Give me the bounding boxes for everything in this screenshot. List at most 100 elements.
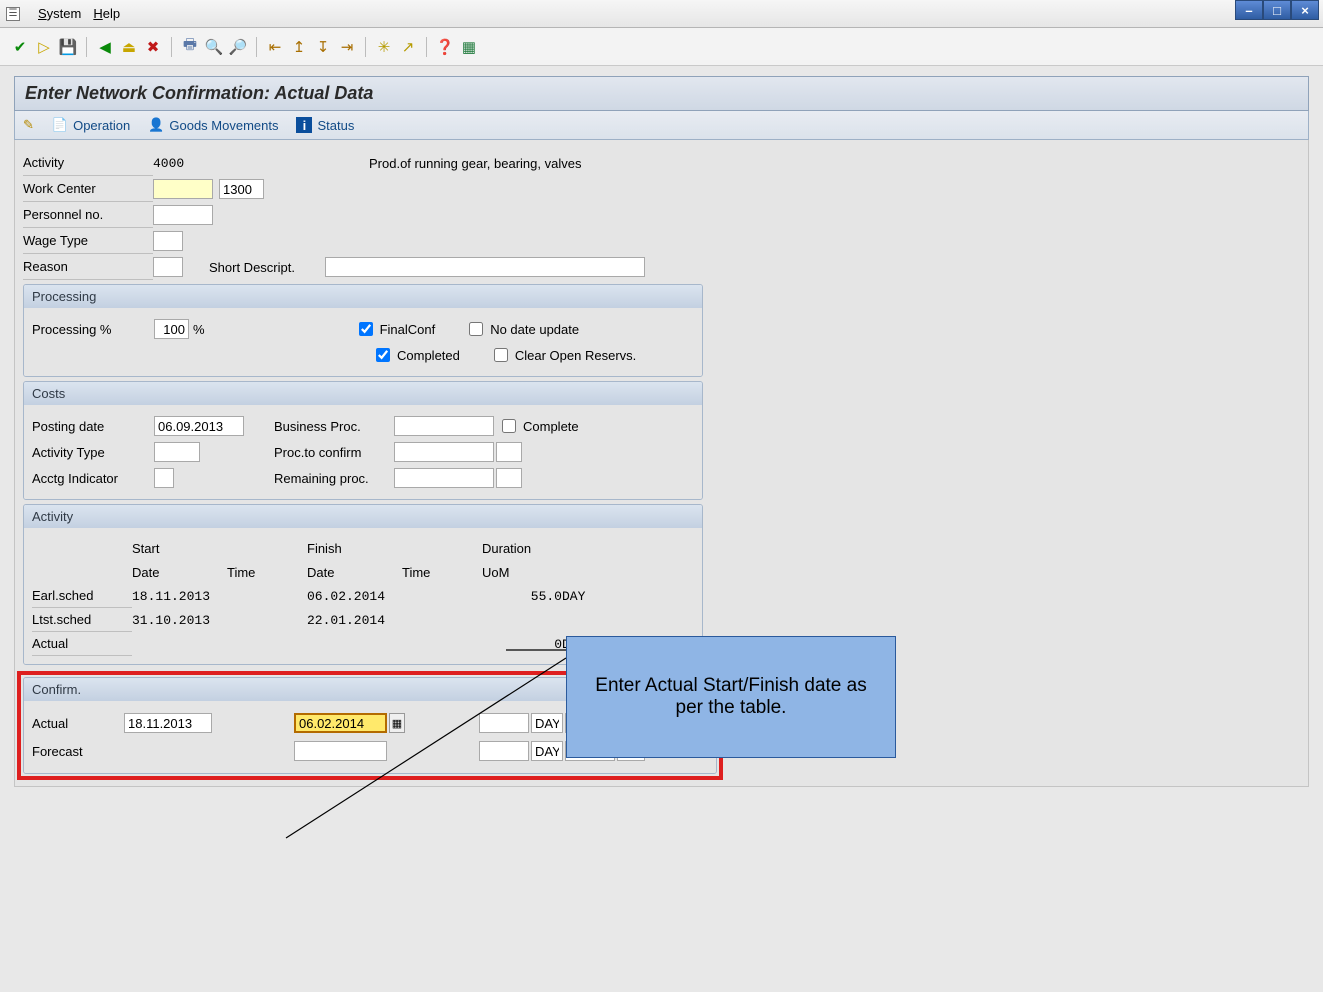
acctg-label: Acctg Indicator	[32, 471, 154, 486]
clear-reservs-checkbox[interactable]	[494, 348, 508, 362]
nodate-label: No date update	[490, 322, 579, 337]
col-finish: Finish	[307, 541, 402, 556]
callout-connector-line	[256, 648, 576, 848]
proctoconfirm-label: Proc.to confirm	[274, 445, 394, 460]
earl-uom: DAY	[562, 589, 632, 604]
info-icon: i	[296, 117, 312, 133]
print-icon[interactable]: 🖶	[180, 37, 200, 57]
wagetype-label: Wage Type	[23, 228, 153, 254]
remaining-field[interactable]	[394, 468, 494, 488]
col-time-2: Time	[402, 565, 482, 580]
activity-head: Activity	[24, 505, 702, 528]
personnel-label: Personnel no.	[23, 202, 153, 228]
cancel-icon[interactable]: ✖	[143, 37, 163, 57]
status-label: Status	[317, 118, 354, 133]
proctoconfirm-uom-field[interactable]	[496, 442, 522, 462]
earl-sched-label: Earl.sched	[32, 584, 132, 608]
edit-icon[interactable]: ✎	[23, 117, 34, 133]
ltst-sched-label: Ltst.sched	[32, 608, 132, 632]
clear-reservs-label: Clear Open Reservs.	[515, 348, 636, 363]
help-icon[interactable]: ❓	[435, 37, 455, 57]
menu-help[interactable]: HHelpelp	[93, 6, 120, 21]
page-title: Enter Network Confirmation: Actual Data	[14, 76, 1309, 111]
status-button[interactable]: i Status	[296, 117, 354, 133]
last-page-icon[interactable]: ⇥	[337, 37, 357, 57]
exit-icon[interactable]: ⏏	[119, 37, 139, 57]
main-toolbar: ✔ ▷ 💾 ◀ ⏏ ✖ 🖶 🔍 🔎 ⇤ ↥ ↧ ⇥ ✳ ↗ ❓ ▦	[0, 28, 1323, 66]
goods-movements-button[interactable]: 👤 Goods Movements	[148, 117, 278, 133]
operation-button[interactable]: 📄 Operation	[52, 117, 130, 133]
completed-label: Completed	[397, 348, 460, 363]
col-duration: Duration	[482, 541, 562, 556]
processing-head: Processing	[24, 285, 702, 308]
proctoconfirm-field[interactable]	[394, 442, 494, 462]
window-close-button[interactable]: ×	[1291, 0, 1319, 20]
goods-label: Goods Movements	[169, 118, 278, 133]
posting-date-label: Posting date	[32, 419, 154, 434]
window-maximize-button[interactable]: □	[1263, 0, 1291, 20]
costs-head: Costs	[24, 382, 702, 405]
app-menu-icon[interactable]: ☰	[6, 7, 20, 21]
completed-checkbox[interactable]	[376, 348, 390, 362]
remaining-label: Remaining proc.	[274, 471, 394, 486]
sub-toolbar: ✎ 📄 Operation 👤 Goods Movements i Status	[14, 111, 1309, 140]
menubar: ☰ SSystemystem HHelpelp	[0, 0, 1323, 28]
activitytype-label: Activity Type	[32, 445, 154, 460]
find-next-icon[interactable]: 🔎	[228, 37, 248, 57]
earl-start: 18.11.2013	[132, 589, 227, 604]
costs-panel: Costs Posting date Business Proc. Comple…	[23, 381, 703, 500]
continue-icon[interactable]: ▷	[34, 37, 54, 57]
wagetype-field[interactable]	[153, 231, 183, 251]
complete-checkbox[interactable]	[502, 419, 516, 433]
col-start: Start	[132, 541, 227, 556]
workcenter-field-1[interactable]	[153, 179, 213, 199]
find-icon[interactable]: 🔍	[204, 37, 224, 57]
back-icon[interactable]: ◀	[95, 37, 115, 57]
acctg-field[interactable]	[154, 468, 174, 488]
col-date-1: Date	[132, 565, 227, 580]
businessproc-field[interactable]	[394, 416, 494, 436]
col-uom: UoM	[482, 565, 562, 580]
operation-label: Operation	[73, 118, 130, 133]
enter-icon[interactable]: ✔	[10, 37, 30, 57]
businessproc-label: Business Proc.	[274, 419, 394, 434]
activitytype-field[interactable]	[154, 442, 200, 462]
finalconf-label: FinalConf	[380, 322, 436, 337]
confirm-forecast-label: Forecast	[32, 744, 122, 759]
instruction-callout: Enter Actual Start/Finish date as per th…	[566, 636, 896, 758]
activity-value: 4000	[153, 156, 233, 171]
processing-pct-field[interactable]	[154, 319, 189, 339]
earl-finish: 06.02.2014	[307, 589, 402, 604]
create-shortcut-icon[interactable]: ↗	[398, 37, 418, 57]
confirm-actual-start-field[interactable]	[124, 713, 212, 733]
shortdesc-field[interactable]	[325, 257, 645, 277]
workcenter-label: Work Center	[23, 176, 153, 202]
nodate-checkbox[interactable]	[469, 322, 483, 336]
new-session-icon[interactable]: ✳	[374, 37, 394, 57]
window-minimize-button[interactable]: –	[1235, 0, 1263, 20]
reason-label: Reason	[23, 254, 153, 280]
personnel-field[interactable]	[153, 205, 213, 225]
posting-date-field[interactable]	[154, 416, 244, 436]
goods-icon: 👤	[148, 117, 164, 133]
activity-label: Activity	[23, 150, 153, 176]
menu-system[interactable]: SSystemystem	[38, 6, 81, 21]
remaining-uom-field[interactable]	[496, 468, 522, 488]
shortdesc-label: Short Descript.	[209, 260, 319, 275]
first-page-icon[interactable]: ⇤	[265, 37, 285, 57]
finalconf-checkbox[interactable]	[359, 322, 373, 336]
actual-sched-label: Actual	[32, 632, 132, 656]
layout-icon[interactable]: ▦	[459, 37, 479, 57]
complete-label: Complete	[523, 419, 579, 434]
col-time-1: Time	[227, 565, 307, 580]
reason-field[interactable]	[153, 257, 183, 277]
ltst-start: 31.10.2013	[132, 613, 227, 628]
workcenter-field-2[interactable]	[219, 179, 264, 199]
next-page-icon[interactable]: ↧	[313, 37, 333, 57]
operation-icon: 📄	[52, 117, 68, 133]
confirm-actual-label: Actual	[32, 716, 122, 731]
earl-duration: 55.0	[482, 589, 562, 604]
prev-page-icon[interactable]: ↥	[289, 37, 309, 57]
processing-pct-unit: %	[193, 322, 205, 337]
save-icon[interactable]: 💾	[58, 37, 78, 57]
